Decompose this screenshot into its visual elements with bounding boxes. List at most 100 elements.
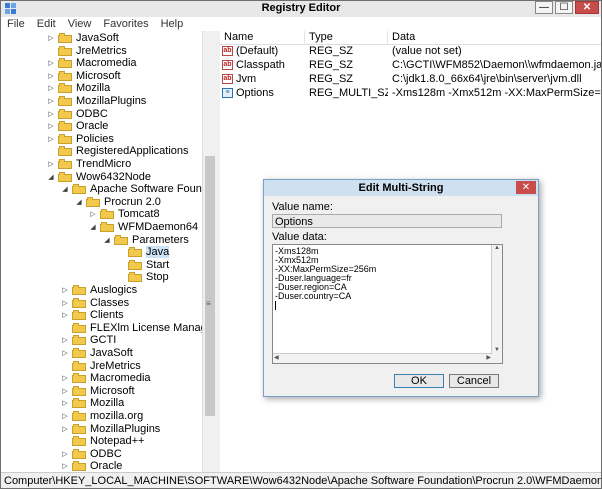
tree-item[interactable]: ▷ mozilla.org <box>61 410 143 422</box>
dialog-close-icon[interactable]: ✕ <box>516 181 536 194</box>
tree-item[interactable]: ▷ Macromedia <box>61 372 150 384</box>
value-row[interactable]: ≡ Options REG_MULTI_SZ -Xms128m -Xmx512m -X… <box>220 87 601 100</box>
expand-arrow-icon[interactable]: ◢ <box>75 197 83 207</box>
tree-item[interactable]: ▷ Classes <box>61 297 129 309</box>
expand-arrow-icon[interactable]: ◢ <box>103 235 111 245</box>
expand-arrow-icon[interactable]: ▷ <box>47 109 55 119</box>
minimize-button[interactable]: — <box>535 1 553 14</box>
column-type[interactable]: Type <box>305 31 388 44</box>
scroll-down-icon[interactable]: ▼ <box>494 347 500 353</box>
tree-item[interactable]: ▷ Oracle <box>61 460 122 472</box>
tree-item[interactable]: ◢ Wow6432Node <box>47 171 151 183</box>
tree-item[interactable]: ▷ ODBC <box>47 107 108 120</box>
expand-arrow-icon[interactable]: ▷ <box>61 449 69 459</box>
menu-help[interactable]: Help <box>155 17 190 31</box>
expand-arrow-icon[interactable]: ▷ <box>47 71 55 81</box>
tree-item-label: ODBC <box>90 447 122 460</box>
expand-arrow-icon[interactable]: ▷ <box>47 58 55 68</box>
close-button[interactable]: ✕ <box>575 1 599 14</box>
expand-arrow-icon[interactable]: ◢ <box>47 172 55 182</box>
textarea-horizontal-scrollbar[interactable]: ◀ ▶ <box>273 353 492 363</box>
value-row[interactable]: ab (Default) REG_SZ (value not set) <box>220 45 601 58</box>
tree-scrollbar[interactable]: ≡ <box>202 31 217 472</box>
value-data-textarea[interactable]: -Xms128m -Xmx512m -XX:MaxPermSize=256m -… <box>272 244 503 364</box>
scroll-up-icon[interactable]: ▲ <box>494 245 500 251</box>
tree-item[interactable]: ▷ Tomcat8 <box>89 208 159 220</box>
column-name[interactable]: Name <box>220 31 305 44</box>
value-line: -Duser.country=CA <box>275 291 352 301</box>
expand-arrow-icon[interactable]: ▷ <box>47 33 55 43</box>
tree-item[interactable]: ▷ GCTI <box>61 334 116 346</box>
tree-item[interactable]: Stop <box>117 271 169 283</box>
tree-item[interactable]: ▷ Microsoft <box>61 385 134 397</box>
menu-file[interactable]: File <box>1 17 31 31</box>
tree-item[interactable]: ◢ WFMDaemon64 <box>89 221 198 233</box>
tree-item[interactable]: JreMetrics <box>47 45 127 57</box>
string-value-icon: ab <box>222 46 233 56</box>
scroll-right-icon[interactable]: ▶ <box>486 354 491 361</box>
menu-edit[interactable]: Edit <box>31 17 62 31</box>
tree-item[interactable]: Notepad++ <box>61 435 144 447</box>
tree-item[interactable]: ◢ Apache Software Foundation <box>61 183 216 195</box>
tree-item[interactable]: FLEXlm License Manager <box>61 322 216 334</box>
tree-scrollbar-thumb[interactable] <box>205 156 215 416</box>
expand-arrow-icon[interactable]: ▷ <box>47 83 55 93</box>
value-row[interactable]: ab Classpath REG_SZ C:\GCTI\WFM852\Daemon\\… <box>220 59 601 72</box>
tree-item[interactable]: ▷ MozillaPlugins <box>61 423 160 435</box>
tree-item[interactable]: ▷ Mozilla <box>47 82 110 94</box>
expand-arrow-icon[interactable]: ▷ <box>61 310 69 320</box>
expand-arrow-icon[interactable]: ▷ <box>61 298 69 308</box>
textarea-vertical-scrollbar[interactable]: ▲ ▼ <box>491 245 502 363</box>
folder-icon <box>114 234 128 245</box>
menu-view[interactable]: View <box>62 17 98 31</box>
value-data: C:\jdk1.8.0_66x64\jre\bin\server\jvm.dll <box>392 73 582 85</box>
tree-item[interactable]: ▷ JavaSoft <box>61 347 133 359</box>
tree-item[interactable]: ▷ MozillaPlugins <box>47 95 146 107</box>
expand-arrow-icon[interactable]: ▷ <box>61 348 69 358</box>
tree-item[interactable]: ▷ Microsoft <box>47 70 120 82</box>
expand-arrow-icon[interactable]: ▷ <box>89 209 97 219</box>
no-expander <box>117 247 125 257</box>
tree-item[interactable]: ▷ TrendMicro <box>47 158 131 170</box>
tree-item[interactable]: ◢ Procrun 2.0 <box>75 196 161 208</box>
expand-arrow-icon[interactable]: ◢ <box>61 184 69 194</box>
tree-item[interactable]: ▷ Mozilla <box>61 397 124 409</box>
tree-item[interactable]: ▷ Clients <box>61 309 123 321</box>
scroll-left-icon[interactable]: ◀ <box>274 354 279 361</box>
ok-button[interactable]: OK <box>394 374 444 388</box>
expand-arrow-icon[interactable]: ▷ <box>61 424 69 434</box>
expand-arrow-icon[interactable]: ▷ <box>61 461 69 471</box>
folder-icon <box>72 373 86 384</box>
menu-favorites[interactable]: Favorites <box>97 17 154 31</box>
column-data[interactable]: Data <box>388 31 601 44</box>
dialog-title: Edit Multi-String <box>264 180 538 196</box>
maximize-button[interactable]: ☐ <box>555 1 573 14</box>
expand-arrow-icon[interactable]: ▷ <box>47 121 55 131</box>
expand-arrow-icon[interactable]: ▷ <box>47 134 55 144</box>
tree-item[interactable]: JreMetrics <box>61 360 141 372</box>
cancel-button[interactable]: Cancel <box>449 374 499 388</box>
expand-arrow-icon[interactable]: ▷ <box>61 285 69 295</box>
value-row[interactable]: ab Jvm REG_SZ C:\jdk1.8.0_66x64\jre\bin\ser… <box>220 73 601 86</box>
expand-arrow-icon[interactable]: ▷ <box>61 373 69 383</box>
tree-item-label: ODBC <box>76 107 108 120</box>
tree-item[interactable]: ▷ Policies <box>47 133 114 145</box>
tree-item[interactable]: Start <box>117 259 169 271</box>
expand-arrow-icon[interactable]: ▷ <box>61 335 69 345</box>
tree-item[interactable]: ▷ JavaSoft <box>47 32 119 44</box>
expand-arrow-icon[interactable]: ▷ <box>61 386 69 396</box>
tree-item[interactable]: Java <box>117 246 170 259</box>
tree-item[interactable]: ▷ ODBC <box>61 447 122 460</box>
expand-arrow-icon[interactable]: ▷ <box>61 411 69 421</box>
tree-item[interactable]: ◢ Parameters <box>103 234 189 246</box>
tree-item[interactable]: ▷ Macromedia <box>47 57 136 69</box>
expand-arrow-icon[interactable]: ◢ <box>89 222 97 232</box>
tree-item-label: JreMetrics <box>76 44 127 57</box>
tree-item[interactable]: RegisteredApplications <box>47 145 189 157</box>
expand-arrow-icon[interactable]: ▷ <box>47 96 55 106</box>
expand-arrow-icon[interactable]: ▷ <box>47 159 55 169</box>
tree-item[interactable]: ▷ Oracle <box>47 120 108 132</box>
registry-tree[interactable]: ▷ JavaSoft JreMetrics ▷ Macromedia ▷ Microsoft… <box>1 31 217 472</box>
tree-item[interactable]: ▷ Auslogics <box>61 284 137 296</box>
expand-arrow-icon[interactable]: ▷ <box>61 398 69 408</box>
